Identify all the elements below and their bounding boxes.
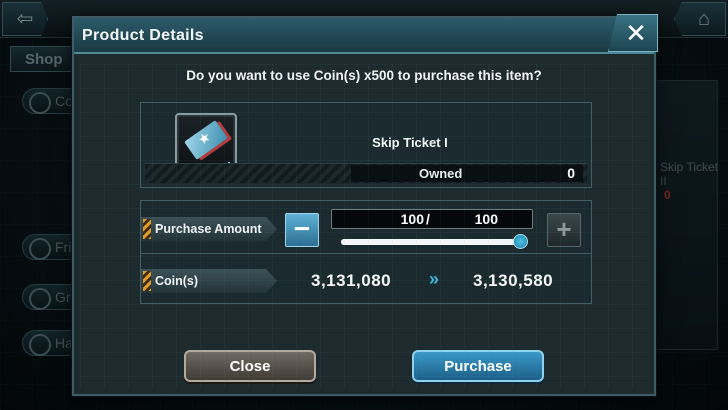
owned-bar: Owned 0 xyxy=(145,163,587,183)
amount-slider[interactable] xyxy=(341,234,528,249)
close-icon[interactable]: ✕ xyxy=(608,14,658,52)
amount-separator: / xyxy=(426,211,430,227)
item-name: Skip Ticket I xyxy=(372,135,448,150)
decrease-amount-button[interactable]: − xyxy=(285,213,319,247)
owned-row: Owned 0 xyxy=(351,165,583,182)
coins-after: 3,130,580 xyxy=(473,271,554,290)
dialog-title: Product Details xyxy=(82,27,204,44)
amount-current: 100 xyxy=(400,211,424,227)
slider-handle[interactable] xyxy=(513,234,528,249)
purchase-panel: Purchase Amount − 100 / 100 + Coin(s) 3,… xyxy=(140,200,592,304)
amount-max: 100 xyxy=(474,211,498,227)
coins-label: Coin(s) xyxy=(141,269,277,293)
row-divider xyxy=(141,253,591,254)
item-panel: ★ x1 Skip Ticket I Owned 0 xyxy=(140,102,592,188)
purchase-question: Do you want to use Coin(s) x500 to purch… xyxy=(186,68,542,83)
product-details-dialog: Product Details ✕ Do you want to use Coi… xyxy=(72,14,658,396)
owned-value: 0 xyxy=(567,165,575,181)
coins-before: 3,131,080 xyxy=(311,271,392,290)
dialog-header: Product Details ✕ xyxy=(74,14,658,54)
slider-fill xyxy=(341,239,521,245)
purchase-amount-label: Purchase Amount xyxy=(141,217,277,241)
amount-display: 100 / 100 xyxy=(331,209,533,229)
increase-amount-button[interactable]: + xyxy=(547,213,581,247)
purchase-button[interactable]: Purchase xyxy=(412,350,544,382)
owned-label: Owned xyxy=(419,166,463,181)
double-chevron-right-icon: » xyxy=(429,269,440,289)
close-button[interactable]: Close xyxy=(184,350,316,382)
